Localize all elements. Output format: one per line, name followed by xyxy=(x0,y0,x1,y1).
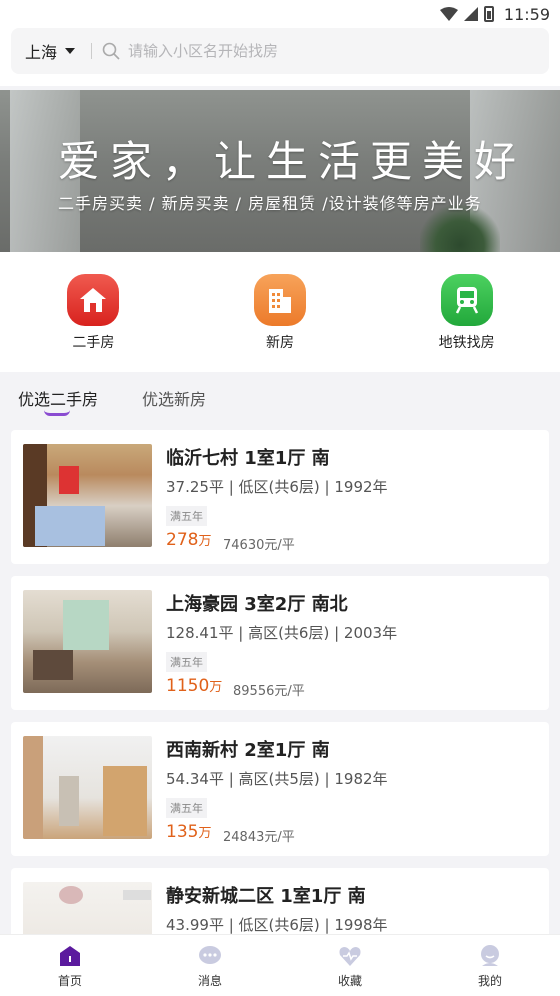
bottom-nav-label: 首页 xyxy=(57,974,82,988)
quick-nav-new[interactable]: 新房 xyxy=(187,252,374,372)
status-bar: 11:59 xyxy=(0,0,560,28)
search-icon xyxy=(102,42,120,60)
search-input[interactable] xyxy=(128,42,508,60)
listing-unit-price: 24843元/平 xyxy=(223,830,295,845)
message-icon xyxy=(199,946,221,964)
building-icon xyxy=(254,274,306,326)
listing-price: 135万 xyxy=(166,822,211,842)
subway-icon xyxy=(440,274,493,326)
quick-nav-subway[interactable]: 地铁找房 xyxy=(373,252,560,372)
signal-icon xyxy=(463,7,478,21)
listing-price: 1150万 xyxy=(166,676,222,696)
listing-title: 临沂七村 1室1厅 南 xyxy=(166,448,330,469)
listing-tag: 满五年 xyxy=(166,652,207,672)
listing-tag: 满五年 xyxy=(166,798,207,818)
quick-nav-label: 新房 xyxy=(266,335,294,351)
price-unit: 万 xyxy=(198,534,212,549)
tab-preferred-new[interactable]: 优选新房 xyxy=(142,386,206,410)
listing-card[interactable]: 上海豪园 3室2厅 南北 128.41平 | 高区(共6层) | 2003年 满… xyxy=(11,576,549,710)
profile-icon xyxy=(481,945,499,966)
listing-card[interactable]: 西南新村 2室1厅 南 54.34平 | 高区(共5层) | 1982年 满五年… xyxy=(11,722,549,856)
listing-meta: 43.99平 | 低区(共6层) | 1998年 xyxy=(166,916,388,934)
bottom-nav-home[interactable]: 首页 xyxy=(0,935,140,996)
listing-tag: 满五年 xyxy=(166,506,207,526)
quick-nav-secondhand[interactable]: 二手房 xyxy=(0,252,187,372)
listing-meta: 128.41平 | 高区(共6层) | 2003年 xyxy=(166,624,398,642)
tab-preferred-secondhand[interactable]: 优选二手房 xyxy=(18,386,99,416)
listing-list: 临沂七村 1室1厅 南 37.25平 | 低区(共6层) | 1992年 满五年… xyxy=(11,430,549,996)
status-time: 11:59 xyxy=(503,4,550,24)
city-selector[interactable]: 上海 xyxy=(11,39,91,63)
listing-tabs: 优选二手房 优选新房 xyxy=(0,372,560,430)
listing-title: 上海豪园 3室2厅 南北 xyxy=(166,594,348,615)
bottom-nav-label: 我的 xyxy=(477,974,502,988)
search-divider xyxy=(91,43,92,59)
listing-photo xyxy=(23,736,152,839)
home-icon xyxy=(60,946,80,966)
search-bar: 上海 xyxy=(11,28,549,74)
price-unit: 万 xyxy=(198,826,212,841)
wifi-icon xyxy=(439,7,458,21)
bottom-nav-profile[interactable]: 我的 xyxy=(420,935,560,996)
listing-title: 西南新村 2室1厅 南 xyxy=(166,740,330,761)
caret-down-icon xyxy=(65,48,76,54)
price-value: 1150 xyxy=(166,676,210,696)
quick-nav-label: 地铁找房 xyxy=(438,335,495,351)
listing-card[interactable]: 临沂七村 1室1厅 南 37.25平 | 低区(共6层) | 1992年 满五年… xyxy=(11,430,549,564)
listing-photo xyxy=(23,590,152,693)
listing-price: 278万 xyxy=(166,530,211,550)
listing-meta: 37.25平 | 低区(共6层) | 1992年 xyxy=(166,478,388,496)
listing-title: 静安新城二区 1室1厅 南 xyxy=(166,886,366,907)
tab-label: 优选新房 xyxy=(142,390,207,409)
listing-photo xyxy=(23,444,152,547)
price-unit: 万 xyxy=(209,680,223,695)
house-icon xyxy=(67,274,120,326)
listing-unit-price: 89556元/平 xyxy=(233,684,305,699)
banner-title: 爱家，让生活更美好 xyxy=(58,137,527,186)
bottom-nav: 首页 消息 收藏 我的 xyxy=(0,934,560,996)
header: 上海 xyxy=(0,28,560,86)
tab-active-indicator xyxy=(44,410,70,416)
bottom-nav-label: 收藏 xyxy=(337,974,362,988)
price-value: 135 xyxy=(166,822,199,842)
quick-nav-label: 二手房 xyxy=(72,335,115,351)
listing-unit-price: 74630元/平 xyxy=(223,538,295,553)
favorite-icon xyxy=(339,947,361,966)
quick-nav: 二手房 新房 地铁找房 xyxy=(0,252,560,372)
price-value: 278 xyxy=(166,530,199,550)
listing-meta: 54.34平 | 高区(共5层) | 1982年 xyxy=(166,770,388,788)
bottom-nav-messages[interactable]: 消息 xyxy=(140,935,280,996)
promo-banner[interactable]: 爱家，让生活更美好 二手房买卖 / 新房买卖 / 房屋租赁 /设计装修等房产业务 xyxy=(0,90,560,252)
bottom-nav-label: 消息 xyxy=(197,974,222,988)
battery-icon xyxy=(483,6,494,22)
banner-subtitle: 二手房买卖 / 新房买卖 / 房屋租赁 /设计装修等房产业务 xyxy=(58,194,482,213)
tab-label: 优选二手房 xyxy=(18,390,99,409)
city-label: 上海 xyxy=(25,43,58,62)
bottom-nav-favorites[interactable]: 收藏 xyxy=(280,935,420,996)
